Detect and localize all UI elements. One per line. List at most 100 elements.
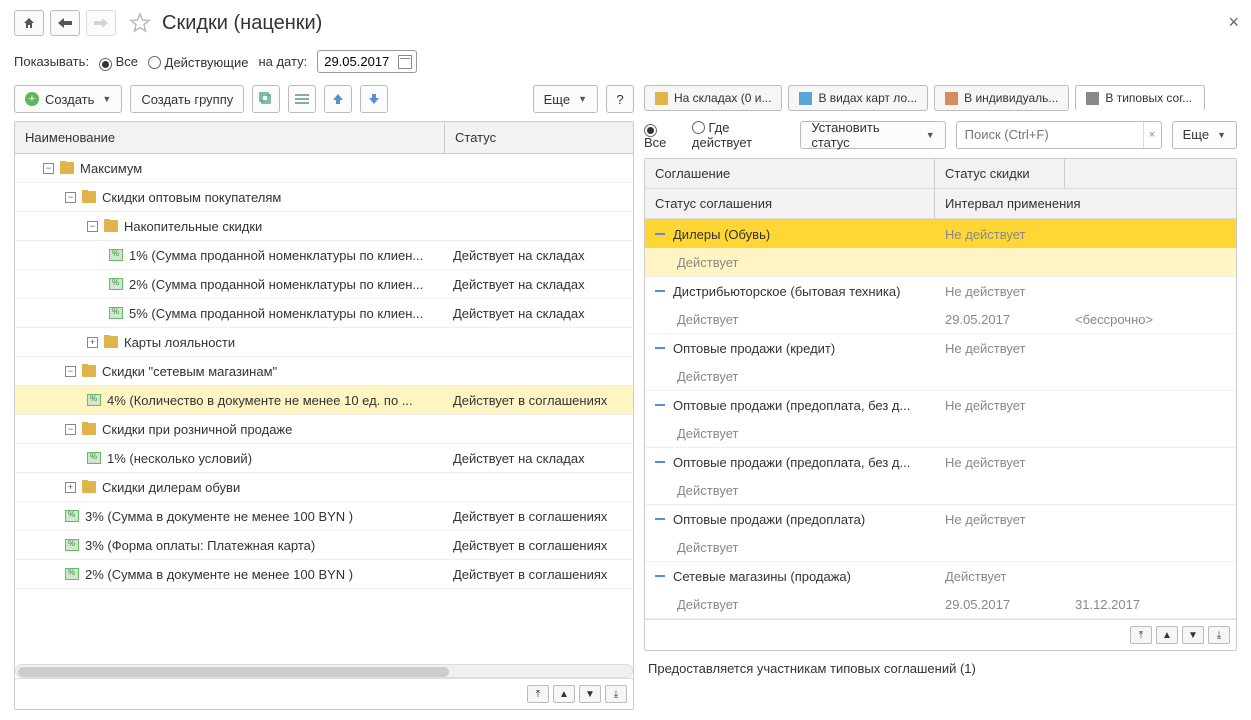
help-button[interactable]: ? xyxy=(606,85,634,113)
grid-first[interactable]: ⤒ xyxy=(527,685,549,703)
interval-from xyxy=(935,257,1065,267)
create-button[interactable]: +Создать▼ xyxy=(14,85,122,113)
tree-status: Действует на складах xyxy=(453,277,625,292)
forward-button[interactable] xyxy=(86,10,116,36)
radio-all[interactable]: Все xyxy=(99,54,138,69)
tree-row[interactable]: 1% (Сумма проданной номенклатуры по клие… xyxy=(15,241,633,270)
agreement-row[interactable]: Сетевые магазины (продажа)ДействуетДейст… xyxy=(645,562,1236,619)
card-icon xyxy=(799,92,812,105)
agreement-icon xyxy=(1086,92,1099,105)
tree-row[interactable]: +Карты лояльности xyxy=(15,328,633,357)
rgrid-first[interactable]: ⤒ xyxy=(1130,626,1152,644)
interval-from: 29.05.2017 xyxy=(935,307,1065,332)
tab-individual[interactable]: В индивидуаль... xyxy=(934,85,1069,111)
tree-row[interactable]: 4% (Количество в документе не менее 10 е… xyxy=(15,386,633,415)
agreement-row[interactable]: Оптовые продажи (предоплата, без д...Не … xyxy=(645,391,1236,448)
tree-row[interactable]: 1% (несколько условий)Действует на склад… xyxy=(15,444,633,473)
agreement-row[interactable]: Оптовые продажи (предоплата, без д...Не … xyxy=(645,448,1236,505)
agreement-row[interactable]: Дистрибьюторское (бытовая техника)Не дей… xyxy=(645,277,1236,334)
tree-status: Действует в соглашениях xyxy=(453,393,625,408)
rcol-interval[interactable]: Интервал применения xyxy=(935,189,1236,219)
close-icon[interactable]: × xyxy=(1228,12,1239,33)
tree-row[interactable]: − Накопительные скидки xyxy=(15,212,633,241)
grid-down[interactable]: ▼ xyxy=(579,685,601,703)
radio-all-right[interactable]: Все xyxy=(644,120,682,150)
tab-typical[interactable]: В типовых сог... xyxy=(1075,85,1205,111)
expand-icon[interactable]: + xyxy=(65,482,76,493)
search-wrap: × xyxy=(956,121,1162,149)
rgrid-up[interactable]: ▲ xyxy=(1156,626,1178,644)
tree-row[interactable]: 3% (Сумма в документе не менее 100 BYN )… xyxy=(15,502,633,531)
tree-status: Действует в соглашениях xyxy=(453,538,625,553)
tree-row[interactable]: 3% (Форма оплаты: Платежная карта)Действ… xyxy=(15,531,633,560)
tab-warehouses[interactable]: На складах (0 и... xyxy=(644,85,782,111)
radio-active[interactable]: Действующие xyxy=(148,54,248,70)
home-button[interactable] xyxy=(14,10,44,36)
folder-icon xyxy=(60,162,74,174)
rgrid-last[interactable]: ⤓ xyxy=(1208,626,1230,644)
rcol-astatus[interactable]: Статус соглашения xyxy=(645,189,935,219)
create-group-button[interactable]: Создать группу xyxy=(130,85,244,113)
rcol-dstatus[interactable]: Статус скидки xyxy=(935,159,1065,189)
tree-row[interactable]: 2% (Сумма в документе не менее 100 BYN )… xyxy=(15,560,633,589)
discount-icon xyxy=(109,278,123,290)
search-input[interactable] xyxy=(963,126,1143,143)
agreements-grid: Соглашение Статус скидки Статус соглашен… xyxy=(644,158,1237,651)
tree-row[interactable]: +Скидки дилерам обуви xyxy=(15,473,633,502)
agreement-status: Действует xyxy=(645,535,935,560)
calendar-icon[interactable] xyxy=(398,55,412,69)
agreement-row[interactable]: Оптовые продажи (предоплата)Не действует… xyxy=(645,505,1236,562)
agreement-name: Оптовые продажи (кредит) xyxy=(673,341,835,356)
tree-label: 2% (Сумма в документе не менее 100 BYN ) xyxy=(85,567,353,582)
minus-icon xyxy=(655,404,665,406)
search-clear[interactable]: × xyxy=(1143,122,1161,148)
tree-row[interactable]: 2% (Сумма проданной номенклатуры по клие… xyxy=(15,270,633,299)
tree-row[interactable]: 5% (Сумма проданной номенклатуры по клие… xyxy=(15,299,633,328)
discount-icon xyxy=(109,307,123,319)
tab-card-types[interactable]: В видах карт ло... xyxy=(788,85,928,111)
copy-button[interactable] xyxy=(252,85,280,113)
set-status-button[interactable]: Установить статус▼ xyxy=(800,121,945,149)
expand-icon[interactable]: − xyxy=(43,163,54,174)
interval-from xyxy=(935,542,1065,552)
radio-where[interactable]: Где действует xyxy=(692,119,791,150)
agreement-status: Действует xyxy=(645,592,935,617)
agreement-status: Действует xyxy=(645,307,935,332)
tree-label: 3% (Сумма в документе не менее 100 BYN ) xyxy=(85,509,353,524)
discount-status: Не действует xyxy=(935,507,1236,532)
expand-icon[interactable]: − xyxy=(87,221,98,232)
col-status[interactable]: Статус xyxy=(445,122,633,153)
grid-last[interactable]: ⤓ xyxy=(605,685,627,703)
interval-to xyxy=(1065,485,1236,495)
expand-icon[interactable]: + xyxy=(87,337,98,348)
rgrid-down[interactable]: ▼ xyxy=(1182,626,1204,644)
agreement-row[interactable]: Оптовые продажи (кредит)Не действуетДейс… xyxy=(645,334,1236,391)
date-input[interactable] xyxy=(317,50,417,73)
tree-row[interactable]: −Максимум xyxy=(15,154,633,183)
favorite-icon[interactable] xyxy=(128,11,152,35)
footer-note: Предоставляется участникам типовых согла… xyxy=(644,651,1237,676)
expand-icon[interactable]: − xyxy=(65,366,76,377)
agreement-row[interactable]: Дилеры (Обувь)Не действуетДействует xyxy=(645,220,1236,277)
date-field[interactable] xyxy=(322,53,392,70)
more-button-right[interactable]: Еще▼ xyxy=(1172,121,1237,149)
h-scrollbar[interactable] xyxy=(15,664,633,678)
rcol-agreement[interactable]: Соглашение xyxy=(645,159,935,189)
back-button[interactable] xyxy=(50,10,80,36)
discount-status: Не действует xyxy=(935,222,1236,247)
tree-label: Накопительные скидки xyxy=(124,219,262,234)
tree-row[interactable]: −Скидки "сетевым магазинам" xyxy=(15,357,633,386)
move-up-button[interactable] xyxy=(324,85,352,113)
more-button-left[interactable]: Еще▼ xyxy=(533,85,598,113)
col-name[interactable]: Наименование xyxy=(15,122,445,153)
expand-icon[interactable]: − xyxy=(65,192,76,203)
tree-row[interactable]: −Скидки при розничной продаже xyxy=(15,415,633,444)
move-down-button[interactable] xyxy=(360,85,388,113)
list-button[interactable] xyxy=(288,85,316,113)
folder-icon xyxy=(82,423,96,435)
tree-row[interactable]: −Скидки оптовым покупателям xyxy=(15,183,633,212)
right-filter: Все Где действует Установить статус▼ × Е… xyxy=(644,119,1237,150)
expand-icon[interactable]: − xyxy=(65,424,76,435)
tree-label: 2% (Сумма проданной номенклатуры по клие… xyxy=(129,277,423,292)
grid-up[interactable]: ▲ xyxy=(553,685,575,703)
